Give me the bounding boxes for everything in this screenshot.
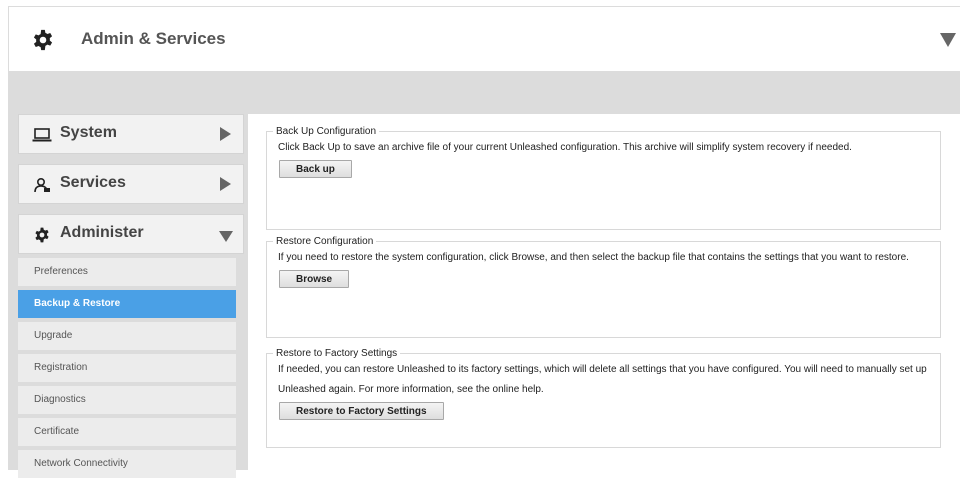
browse-button[interactable]: Browse [279, 270, 350, 288]
factory-section: Restore to Factory Settings If needed, y… [266, 348, 941, 448]
restore-description: If you need to restore the system config… [278, 252, 909, 263]
sidebar-item-registration[interactable]: Registration [18, 354, 236, 382]
sidebar-subitems: Preferences Backup & Restore Upgrade Reg… [18, 258, 236, 478]
sidebar: System Services Administer Preferences B… [18, 114, 244, 482]
header-bar: Admin & Services [8, 6, 960, 72]
main-panel: Back Up Configuration Click Back Up to s… [248, 114, 960, 470]
services-icon [34, 177, 50, 193]
sidebar-group-administer[interactable]: Administer [18, 214, 244, 254]
backup-legend: Back Up Configuration [276, 126, 377, 137]
restore-factory-button[interactable]: Restore to Factory Settings [279, 402, 444, 420]
chevron-right-icon [220, 127, 231, 141]
backup-section: Back Up Configuration Click Back Up to s… [266, 126, 941, 230]
page-title: Admin & Services [81, 29, 226, 48]
sidebar-item-upgrade[interactable]: Upgrade [18, 322, 236, 350]
sidebar-item-diagnostics[interactable]: Diagnostics [18, 386, 236, 414]
sidebar-group-system[interactable]: System [18, 114, 244, 154]
back-up-button[interactable]: Back up [279, 160, 352, 178]
gear-icon [33, 29, 53, 51]
sidebar-group-label: Services [60, 174, 126, 191]
sidebar-item-certificate[interactable]: Certificate [18, 418, 236, 446]
gear-icon [35, 227, 49, 243]
laptop-icon [32, 128, 52, 142]
sidebar-item-network-connectivity[interactable]: Network Connectivity [18, 450, 236, 478]
sidebar-item-preferences[interactable]: Preferences [18, 258, 236, 286]
backup-description: Click Back Up to save an archive file of… [278, 142, 852, 153]
restore-legend: Restore Configuration [276, 236, 374, 247]
sidebar-item-backup-restore[interactable]: Backup & Restore [18, 290, 236, 318]
chevron-right-icon [220, 177, 231, 191]
factory-legend: Restore to Factory Settings [276, 348, 398, 359]
factory-description: If needed, you can restore Unleashed to … [278, 364, 927, 395]
restore-section: Restore Configuration If you need to res… [266, 236, 941, 338]
chevron-down-icon [219, 231, 233, 242]
sidebar-group-label: Administer [60, 224, 144, 241]
sidebar-group-services[interactable]: Services [18, 164, 244, 204]
header-collapse-icon[interactable] [940, 33, 956, 47]
sidebar-group-label: System [60, 124, 117, 141]
